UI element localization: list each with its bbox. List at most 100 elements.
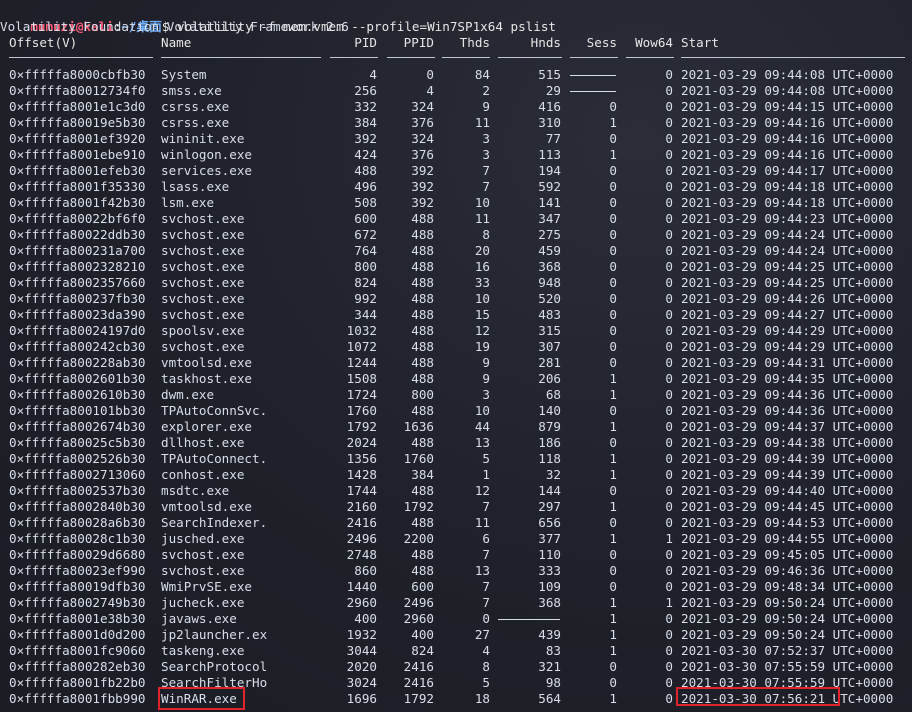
cell-name: jusched.exe bbox=[161, 531, 245, 546]
cell-hnds: 368 bbox=[538, 595, 561, 610]
cell-thds: 18 bbox=[474, 691, 490, 706]
cell-ppid: 488 bbox=[411, 371, 434, 386]
cell-pid: 2416 bbox=[346, 515, 377, 530]
cell-name: explorer.exe bbox=[161, 419, 252, 434]
cell-start: 2021-03-29 09:44:18 UTC+0000 bbox=[681, 195, 894, 210]
cell-sess: 0 bbox=[609, 659, 617, 674]
cell-pid: 2024 bbox=[346, 435, 377, 450]
cell-pid: 496 bbox=[354, 179, 377, 194]
cell-sess: 0 bbox=[609, 275, 617, 290]
cell-offset: 0×fffffa80029d6680 bbox=[9, 547, 146, 562]
cell-ppid: 1760 bbox=[403, 451, 434, 466]
cell-wow64: 0 bbox=[665, 499, 673, 514]
cell-start: 2021-03-29 09:44:08 UTC+0000 bbox=[681, 67, 894, 82]
table-row: 0×fffffa80028a6b30 SearchIndexer. 2416 488 1… bbox=[0, 515, 912, 531]
cell-ppid: 488 bbox=[411, 307, 434, 322]
cell-name: svchost.exe bbox=[161, 339, 245, 354]
cell-start: 2021-03-29 09:44:15 UTC+0000 bbox=[681, 99, 894, 114]
cell-sess: 0 bbox=[609, 435, 617, 450]
cell-name: System bbox=[161, 67, 207, 82]
cell-wow64: 0 bbox=[665, 371, 673, 386]
cell-offset: 0×fffffa80019e5b30 bbox=[9, 115, 146, 130]
cell-hnds: 206 bbox=[538, 371, 561, 386]
cell-offset: 0×fffffa80024197d0 bbox=[9, 323, 146, 338]
cell-thds: 7 bbox=[482, 499, 490, 514]
cell-pid: 1724 bbox=[346, 387, 377, 402]
cell-sess: 0 bbox=[609, 355, 617, 370]
cell-hnds: 32 bbox=[545, 467, 561, 482]
cell-hnds: 275 bbox=[538, 227, 561, 242]
cell-ppid: 488 bbox=[411, 259, 434, 274]
cell-sess: 1 bbox=[609, 467, 617, 482]
cell-sess: 1 bbox=[609, 387, 617, 402]
cell-thds: 7 bbox=[482, 579, 490, 594]
cell-ppid: 488 bbox=[411, 339, 434, 354]
cell-thds: 6 bbox=[482, 531, 490, 546]
cell-thds: 7 bbox=[482, 163, 490, 178]
table-row: 0×fffffa800242cb30 svchost.exe 1072 488 19 30… bbox=[0, 339, 912, 355]
cell-hnds: 333 bbox=[538, 563, 561, 578]
cell-name: taskhost.exe bbox=[161, 371, 252, 386]
cell-sess: 0 bbox=[609, 579, 617, 594]
table-row: 0×fffffa80019e5b30 csrss.exe 384 376 11 310 1 0… bbox=[0, 115, 912, 131]
cell-name: svchost.exe bbox=[161, 275, 245, 290]
cell-offset: 0×fffffa800242cb30 bbox=[9, 339, 146, 354]
cell-thds: 10 bbox=[474, 403, 490, 418]
cell-pid: 1792 bbox=[346, 419, 377, 434]
cell-start: 2021-03-29 09:44:39 UTC+0000 bbox=[681, 451, 894, 466]
terminal-window[interactable]: mumuzi@kali:~/桌面$ volatility -f mem.vmem… bbox=[0, 0, 912, 712]
cell-pid: 800 bbox=[354, 259, 377, 274]
cell-hnds: 321 bbox=[538, 659, 561, 674]
cell-sess: 1 bbox=[609, 451, 617, 466]
cell-wow64: 0 bbox=[665, 643, 673, 658]
cell-start: 2021-03-30 07:52:37 UTC+0000 bbox=[681, 643, 894, 658]
cell-wow64: 0 bbox=[665, 211, 673, 226]
cell-wow64: 1 bbox=[665, 531, 673, 546]
cell-ppid: 488 bbox=[411, 323, 434, 338]
table-row: 0×fffffa8001e38b30 javaws.exe 400 2960 0 1 0 20… bbox=[0, 611, 912, 627]
cell-thds: 44 bbox=[474, 419, 490, 434]
cell-start: 2021-03-29 09:44:37 UTC+0000 bbox=[681, 419, 894, 434]
cell-offset: 0×fffffa80025c5b30 bbox=[9, 435, 146, 450]
cell-pid: 508 bbox=[354, 195, 377, 210]
cell-hnds: 110 bbox=[538, 547, 561, 562]
cell-pid: 488 bbox=[354, 163, 377, 178]
cell-start: 2021-03-29 09:44:16 UTC+0000 bbox=[681, 147, 894, 162]
cell-pid: 672 bbox=[354, 227, 377, 242]
cell-hnds: 879 bbox=[538, 419, 561, 434]
cell-hnds: 564 bbox=[538, 691, 561, 706]
cell-sess: 0 bbox=[609, 259, 617, 274]
cell-thds: 20 bbox=[474, 243, 490, 258]
cell-wow64: 0 bbox=[665, 355, 673, 370]
cell-offset: 0×fffffa8002537b30 bbox=[9, 483, 146, 498]
cell-offset: 0×fffffa8001ef3920 bbox=[9, 131, 146, 146]
cell-pid: 1744 bbox=[346, 483, 377, 498]
cell-start: 2021-03-29 09:44:18 UTC+0000 bbox=[681, 179, 894, 194]
cell-start: 2021-03-29 09:44:25 UTC+0000 bbox=[681, 275, 894, 290]
cell-thds: 3 bbox=[482, 131, 490, 146]
table-row: 0×fffffa8002610b30 dwm.exe 1724 800 3 68 1 0 202… bbox=[0, 387, 912, 403]
cell-start: 2021-03-29 09:44:38 UTC+0000 bbox=[681, 435, 894, 450]
cell-start: 2021-03-29 09:44:29 UTC+0000 bbox=[681, 323, 894, 338]
cell-name: svchost.exe bbox=[161, 211, 245, 226]
cell-wow64: 0 bbox=[665, 467, 673, 482]
cell-start: 2021-03-29 09:44:24 UTC+0000 bbox=[681, 243, 894, 258]
cell-hnds: 77 bbox=[545, 131, 561, 146]
header-thds: Thds bbox=[459, 35, 490, 50]
cell-hnds: 592 bbox=[538, 179, 561, 194]
cell-name: svchost.exe bbox=[161, 227, 245, 242]
cell-offset: 0×fffffa8002526b30 bbox=[9, 451, 146, 466]
cell-ppid: 1636 bbox=[403, 419, 434, 434]
cell-ppid: 488 bbox=[411, 483, 434, 498]
cell-wow64: 0 bbox=[665, 99, 673, 114]
cell-thds: 8 bbox=[482, 227, 490, 242]
cell-name: csrss.exe bbox=[161, 115, 230, 130]
cell-thds: 12 bbox=[474, 483, 490, 498]
cell-ppid: 488 bbox=[411, 355, 434, 370]
cell-hnds: 144 bbox=[538, 483, 561, 498]
cell-hnds: 368 bbox=[538, 259, 561, 274]
cell-pid: 824 bbox=[354, 275, 377, 290]
cell-ppid: 2496 bbox=[403, 595, 434, 610]
table-row: 0×fffffa8002526b30 TPAutoConnect. 1356 1760… bbox=[0, 451, 912, 467]
cell-sess: 0 bbox=[609, 307, 617, 322]
